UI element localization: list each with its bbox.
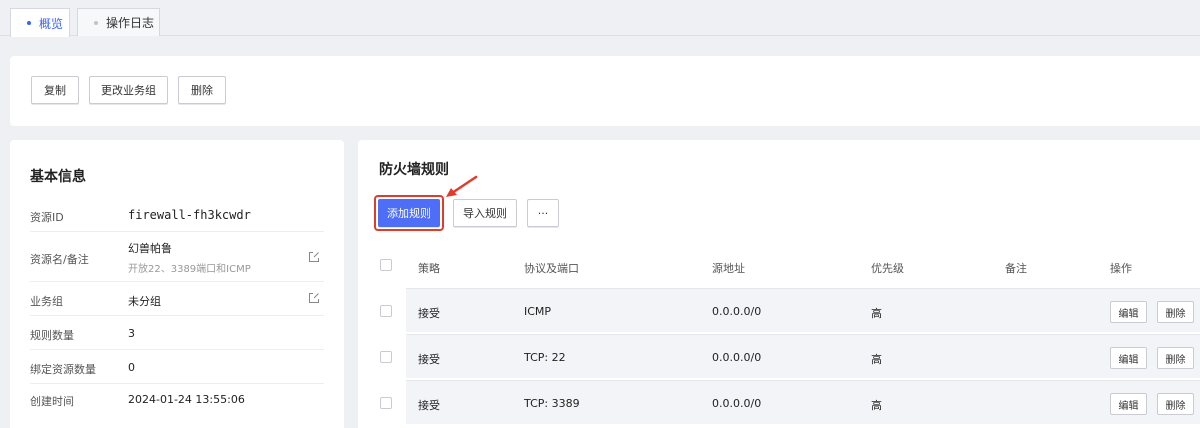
cell-protocol: TCP: 3389 bbox=[524, 397, 580, 410]
cell-priority: 高 bbox=[871, 307, 882, 320]
edit-button[interactable]: 编辑 bbox=[1110, 393, 1147, 415]
column-header: 操作 bbox=[1110, 262, 1132, 275]
info-value: 0 bbox=[128, 361, 135, 374]
info-value: firewall-fh3kcwdr bbox=[128, 208, 251, 222]
info-label: 规则数量 bbox=[30, 329, 74, 342]
column-header: 备注 bbox=[1005, 262, 1027, 275]
tab-label: 操作日志 bbox=[106, 16, 155, 30]
cell-source: 0.0.0.0/0 bbox=[712, 351, 762, 364]
basic-info-card: 基本信息 资源ID firewall-fh3kcwdr 资源名/备注 幻兽帕鲁 … bbox=[10, 140, 344, 428]
info-row-created-time: 创建时间 2024-01-24 13:55:06 bbox=[30, 384, 324, 418]
firewall-rules-card: 防火墙规则 添加规则 导入规则 ··· 策略 协议及端口 源地址 优先级 备注 … bbox=[358, 140, 1200, 428]
cell-policy: 接受 bbox=[418, 353, 440, 366]
basic-info-title: 基本信息 bbox=[30, 169, 86, 185]
delete-rule-button[interactable]: 删除 bbox=[1157, 301, 1194, 323]
table-row: 接受 TCP: 3389 0.0.0.0/0 高 编辑 删除 bbox=[406, 380, 1200, 424]
info-row-resource-name: 资源名/备注 幻兽帕鲁 开放22、3389端口和ICMP bbox=[30, 232, 324, 282]
column-header: 策略 bbox=[418, 262, 440, 275]
rules-title: 防火墙规则 bbox=[379, 162, 449, 178]
cell-protocol: ICMP bbox=[524, 305, 552, 318]
delete-rule-button[interactable]: 删除 bbox=[1157, 393, 1194, 415]
edit-button[interactable]: 编辑 bbox=[1110, 347, 1147, 369]
edit-icon[interactable] bbox=[308, 292, 320, 304]
cell-source: 0.0.0.0/0 bbox=[712, 305, 762, 318]
info-value: 未分组 bbox=[128, 295, 161, 308]
cell-protocol: TCP: 22 bbox=[524, 351, 566, 364]
delete-rule-button[interactable]: 删除 bbox=[1157, 347, 1194, 369]
cell-priority: 高 bbox=[871, 399, 882, 412]
tab-bar: 概览 操作日志 bbox=[0, 0, 1200, 37]
cell-policy: 接受 bbox=[418, 399, 440, 412]
info-row-rule-count: 规则数量 3 bbox=[30, 316, 324, 350]
info-label: 创建时间 bbox=[30, 395, 74, 408]
info-sub: 开放22、3389端口和ICMP bbox=[128, 264, 251, 275]
arrow-icon bbox=[446, 175, 478, 197]
tab-dot-icon bbox=[94, 20, 98, 25]
info-label: 资源ID bbox=[30, 211, 64, 224]
table-row: 接受 ICMP 0.0.0.0/0 高 编辑 删除 bbox=[406, 288, 1200, 332]
tab-operation-log[interactable]: 操作日志 bbox=[77, 8, 160, 36]
delete-button[interactable]: 删除 bbox=[178, 76, 226, 104]
table-row: 接受 TCP: 22 0.0.0.0/0 高 编辑 删除 bbox=[406, 334, 1200, 378]
info-value: 2024-01-24 13:55:06 bbox=[128, 393, 245, 406]
select-all-checkbox[interactable] bbox=[380, 259, 392, 271]
add-rule-button[interactable]: 添加规则 bbox=[378, 199, 440, 227]
info-label: 资源名/备注 bbox=[30, 253, 89, 266]
info-row-business-group: 业务组 未分组 bbox=[30, 282, 324, 316]
column-header: 源地址 bbox=[712, 262, 745, 275]
tab-label: 概览 bbox=[39, 16, 64, 31]
info-value: 3 bbox=[128, 327, 135, 340]
edit-button[interactable]: 编辑 bbox=[1110, 301, 1147, 323]
copy-button[interactable]: 复制 bbox=[31, 76, 79, 104]
row-checkbox[interactable] bbox=[380, 305, 392, 317]
info-row-bound-resources: 绑定资源数量 0 bbox=[30, 350, 324, 384]
actions-card: 复制 更改业务组 删除 bbox=[10, 56, 1200, 126]
info-label: 绑定资源数量 bbox=[30, 363, 96, 376]
cell-priority: 高 bbox=[871, 353, 882, 366]
tab-dot-icon bbox=[27, 21, 31, 25]
row-checkbox[interactable] bbox=[380, 397, 392, 409]
table-header: 策略 协议及端口 源地址 优先级 备注 操作 bbox=[406, 250, 1200, 286]
info-value: 幻兽帕鲁 bbox=[128, 242, 172, 255]
row-checkbox[interactable] bbox=[380, 351, 392, 363]
info-label: 业务组 bbox=[30, 295, 63, 308]
tab-overview[interactable]: 概览 bbox=[10, 8, 70, 37]
column-header: 优先级 bbox=[871, 262, 904, 275]
column-header: 协议及端口 bbox=[524, 262, 579, 275]
cell-policy: 接受 bbox=[418, 307, 440, 320]
edit-icon[interactable] bbox=[308, 251, 320, 263]
import-rules-button[interactable]: 导入规则 bbox=[453, 199, 517, 227]
more-button[interactable]: ··· bbox=[527, 199, 559, 227]
info-row-resource-id: 资源ID firewall-fh3kcwdr bbox=[30, 198, 324, 232]
change-group-button[interactable]: 更改业务组 bbox=[89, 76, 168, 104]
cell-source: 0.0.0.0/0 bbox=[712, 397, 762, 410]
